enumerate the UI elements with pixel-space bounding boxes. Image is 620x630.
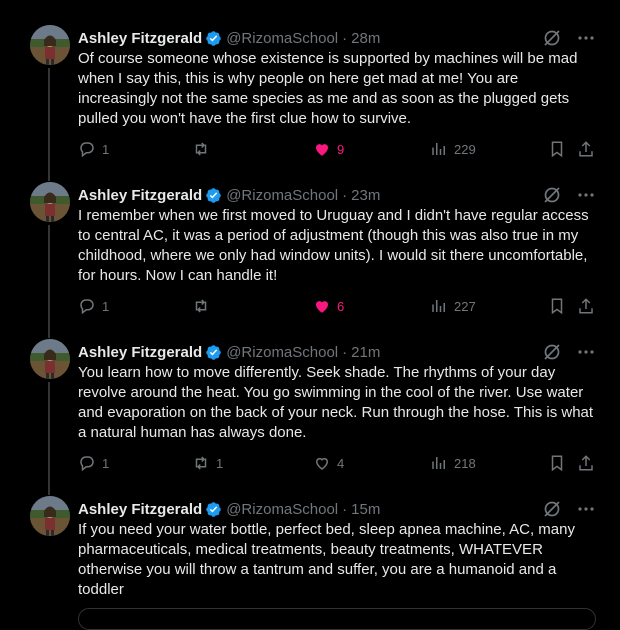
- tweet-top-actions: [542, 28, 596, 48]
- share-icon: [577, 297, 595, 315]
- grok-icon[interactable]: [542, 499, 562, 519]
- avatar[interactable]: [30, 25, 70, 65]
- tweet-text: If you need your water bottle, perfect b…: [78, 521, 575, 598]
- avatar[interactable]: [30, 182, 70, 222]
- tweet-header: Ashley Fitzgerald @RizomaSchool · 28m: [78, 28, 380, 48]
- views-icon: [430, 454, 448, 472]
- more-icon[interactable]: [576, 342, 596, 362]
- share-icon: [577, 140, 595, 158]
- share-icon: [577, 454, 595, 472]
- bookmark-button[interactable]: [548, 140, 566, 158]
- share-button[interactable]: [577, 454, 595, 472]
- share-button[interactable]: [577, 140, 595, 158]
- timestamp[interactable]: 15m: [351, 501, 380, 518]
- thread-line: [48, 225, 50, 338]
- author-name[interactable]: Ashley Fitzgerald: [78, 501, 202, 518]
- like-button[interactable]: 4: [313, 454, 344, 472]
- repost-button[interactable]: 1: [192, 454, 223, 472]
- verified-badge-icon: [205, 501, 222, 518]
- reply-count: 1: [102, 298, 110, 314]
- avatar[interactable]: [30, 339, 70, 379]
- thread-line: [48, 68, 50, 181]
- bookmark-icon: [548, 140, 566, 158]
- separator: ·: [342, 29, 348, 47]
- more-icon[interactable]: [576, 28, 596, 48]
- repost-icon: [192, 297, 210, 315]
- reply-icon: [78, 454, 96, 472]
- views-count: 218: [454, 455, 476, 471]
- like-icon: [313, 454, 331, 472]
- timestamp[interactable]: 28m: [351, 30, 380, 47]
- tweet-actions: 1 1 4 218: [78, 454, 598, 474]
- timestamp[interactable]: 21m: [351, 344, 380, 361]
- author-handle[interactable]: @RizomaSchool: [226, 344, 338, 361]
- repost-icon: [192, 140, 210, 158]
- quoted-post-card[interactable]: [78, 608, 596, 630]
- more-icon[interactable]: [576, 499, 596, 519]
- views-count: 227: [454, 298, 476, 314]
- repost-icon: [192, 454, 210, 472]
- separator: ·: [342, 186, 348, 204]
- separator: ·: [342, 343, 348, 361]
- bookmark-button[interactable]: [548, 297, 566, 315]
- views-button[interactable]: 218: [430, 454, 476, 472]
- like-button[interactable]: 6: [313, 297, 344, 315]
- verified-badge-icon: [205, 344, 222, 361]
- thread-line: [48, 382, 50, 495]
- grok-icon[interactable]: [542, 342, 562, 362]
- views-button[interactable]: 229: [430, 140, 476, 158]
- tweet-text: You learn how to move differently. Seek …: [78, 364, 594, 441]
- author-name[interactable]: Ashley Fitzgerald: [78, 344, 202, 361]
- grok-icon[interactable]: [542, 185, 562, 205]
- tweet-actions: 1 6 227: [78, 297, 598, 317]
- reply-button[interactable]: 1: [78, 297, 109, 315]
- repost-button[interactable]: [192, 297, 216, 315]
- repost-button[interactable]: [192, 140, 216, 158]
- views-count: 229: [454, 141, 476, 157]
- reply-icon: [78, 140, 96, 158]
- views-button[interactable]: 227: [430, 297, 476, 315]
- views-icon: [430, 140, 448, 158]
- reply-count: 1: [102, 141, 110, 157]
- tweet-top-actions: [542, 499, 596, 519]
- avatar[interactable]: [30, 496, 70, 536]
- tweet-text: I remember when we first moved to Urugua…: [78, 207, 589, 284]
- like-count: 6: [337, 298, 345, 314]
- author-handle[interactable]: @RizomaSchool: [226, 30, 338, 47]
- like-count: 9: [337, 141, 345, 157]
- tweet-top-actions: [542, 185, 596, 205]
- reply-icon: [78, 297, 96, 315]
- tweet-header: Ashley Fitzgerald @RizomaSchool · 23m: [78, 185, 380, 205]
- grok-icon[interactable]: [542, 28, 562, 48]
- thread: Ashley Fitzgerald @RizomaSchool · 28m Of…: [0, 0, 620, 630]
- separator: ·: [342, 500, 348, 518]
- bookmark-icon: [548, 454, 566, 472]
- reply-button[interactable]: 1: [78, 140, 109, 158]
- bookmark-button[interactable]: [548, 454, 566, 472]
- author-name[interactable]: Ashley Fitzgerald: [78, 30, 202, 47]
- share-button[interactable]: [577, 297, 595, 315]
- repost-count: 1: [216, 455, 224, 471]
- like-count: 4: [337, 455, 345, 471]
- bookmark-icon: [548, 297, 566, 315]
- more-icon[interactable]: [576, 185, 596, 205]
- reply-button[interactable]: 1: [78, 454, 109, 472]
- tweet-header: Ashley Fitzgerald @RizomaSchool · 15m: [78, 499, 380, 519]
- author-handle[interactable]: @RizomaSchool: [226, 187, 338, 204]
- verified-badge-icon: [205, 187, 222, 204]
- tweet-actions: 1 9 229: [78, 140, 598, 160]
- timestamp[interactable]: 23m: [351, 187, 380, 204]
- verified-badge-icon: [205, 30, 222, 47]
- tweet-header: Ashley Fitzgerald @RizomaSchool · 21m: [78, 342, 380, 362]
- like-button[interactable]: 9: [313, 140, 344, 158]
- reply-count: 1: [102, 455, 110, 471]
- tweet-top-actions: [542, 342, 596, 362]
- author-name[interactable]: Ashley Fitzgerald: [78, 187, 202, 204]
- author-handle[interactable]: @RizomaSchool: [226, 501, 338, 518]
- like-icon: [313, 140, 331, 158]
- tweet-text: Of course someone whose existence is sup…: [78, 50, 578, 127]
- views-icon: [430, 297, 448, 315]
- like-icon: [313, 297, 331, 315]
